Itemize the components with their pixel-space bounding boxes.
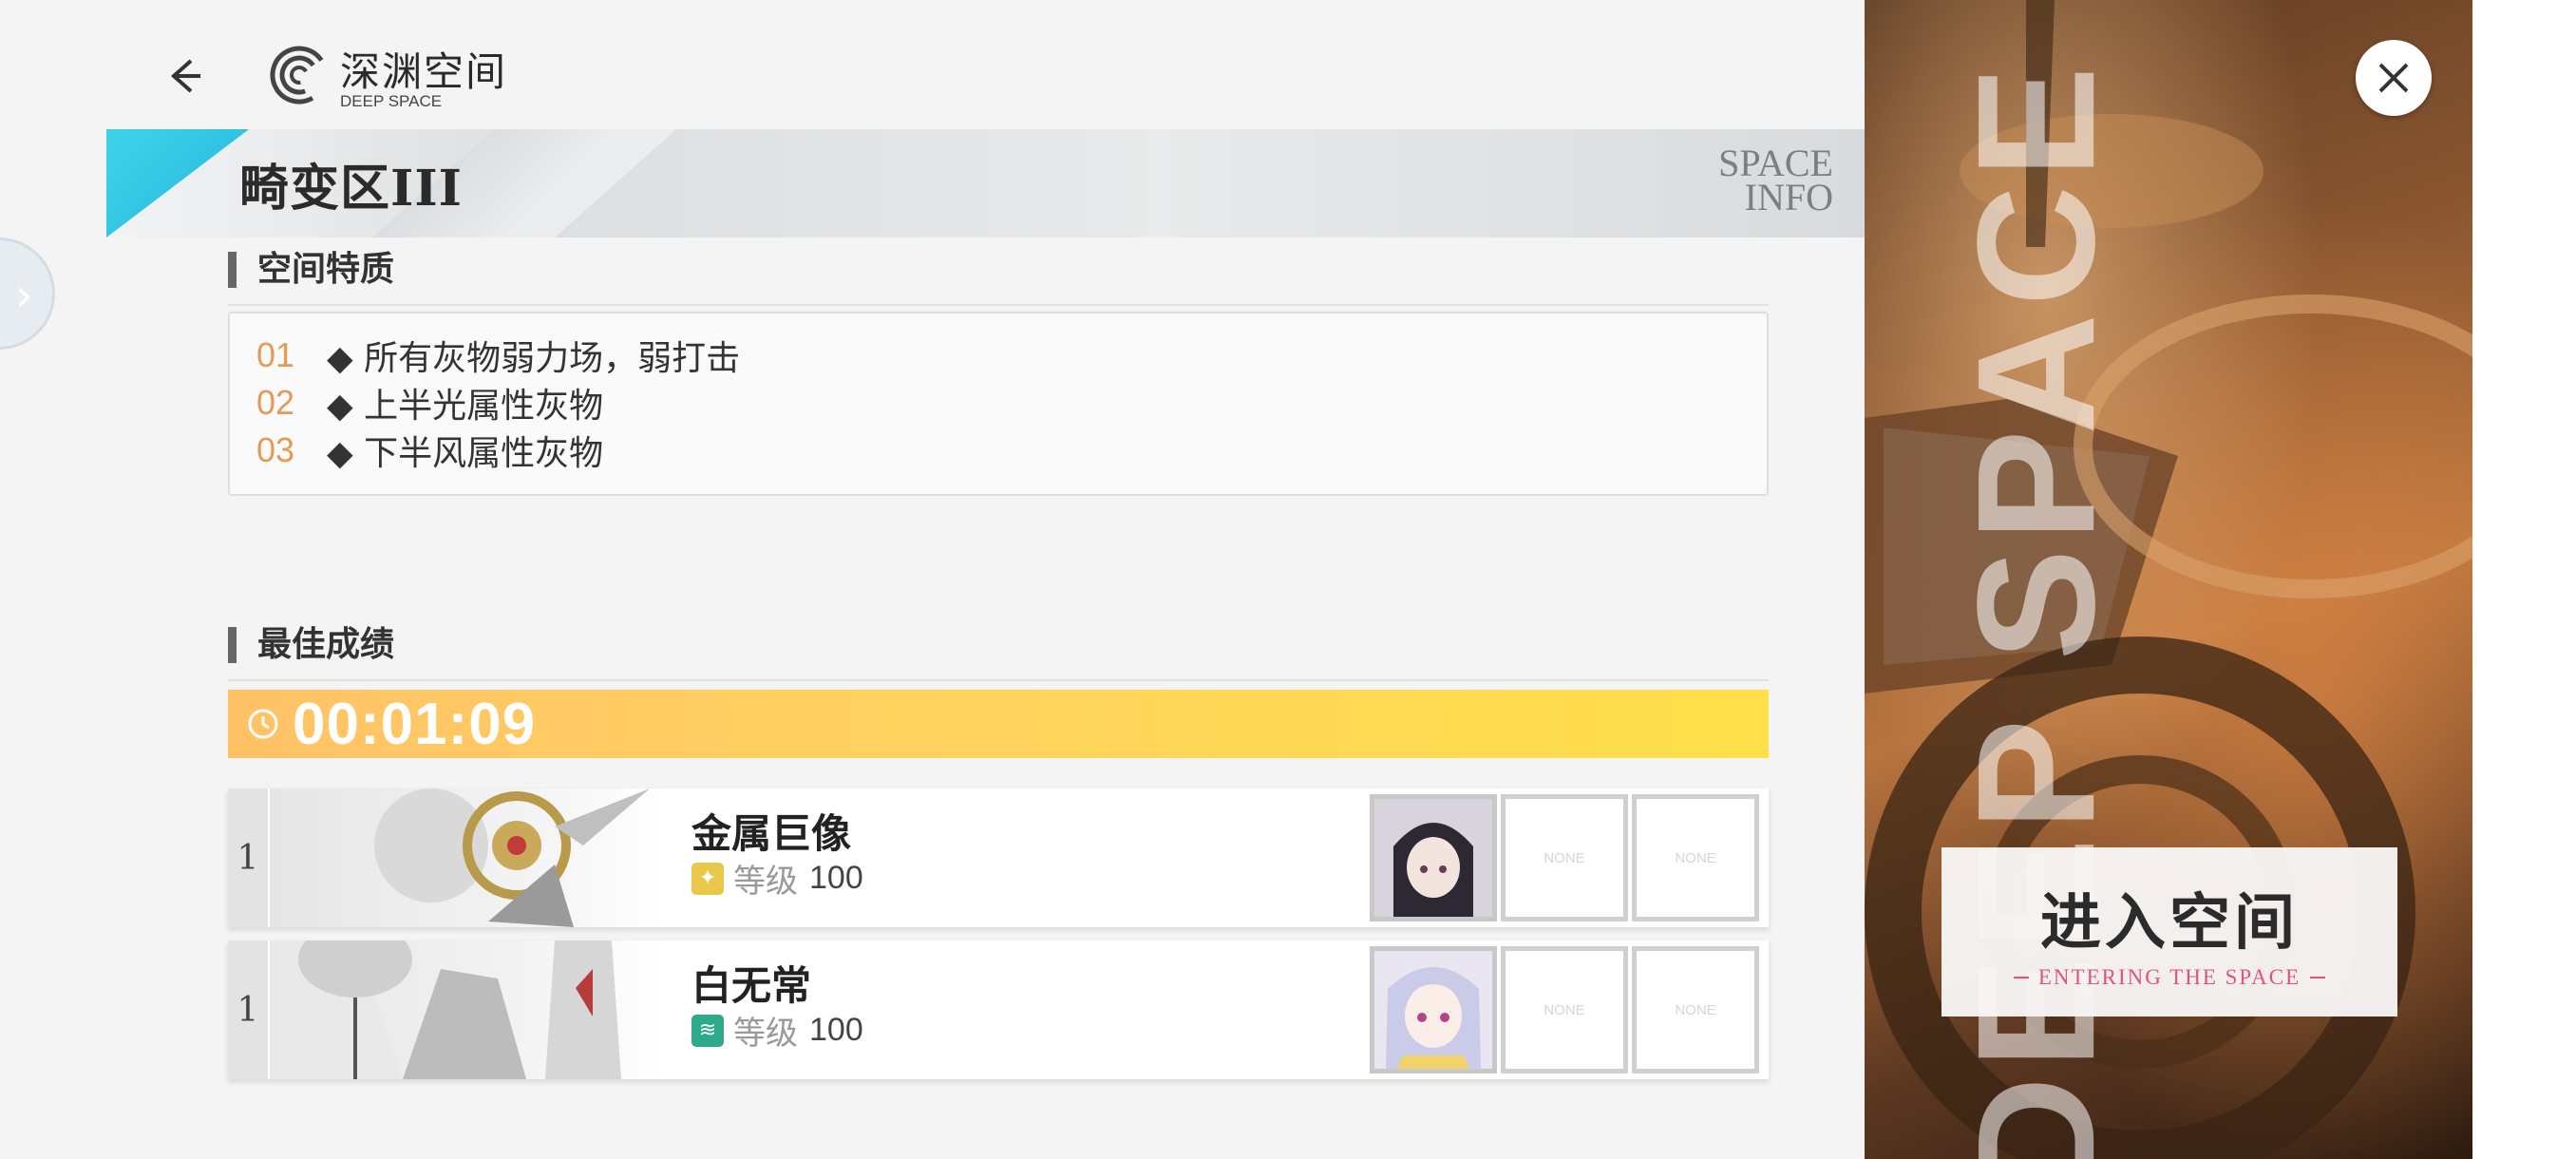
- back-button[interactable]: [152, 48, 218, 104]
- enter-space-label: 进入空间: [2040, 887, 2299, 959]
- boss-art-graphic: [374, 788, 650, 927]
- zone-title: 畸变区III: [239, 160, 463, 218]
- space-info-label: SPACE INFO: [1718, 144, 1833, 218]
- trait-text: ◆ 下半风属性灰物: [327, 434, 604, 473]
- team-slot-avatar[interactable]: [1370, 794, 1497, 922]
- trait-text: ◆ 上半光属性灰物: [327, 387, 604, 426]
- boss-art-graphic: [270, 940, 621, 1079]
- trait-number: 02: [256, 383, 295, 422]
- best-time: 00:01:09: [293, 691, 537, 757]
- boss-level: ≋ 等级 100: [691, 1007, 863, 1054]
- enter-space-sublabel: ENTERING THE SPACE: [2004, 965, 2335, 990]
- wind-element-icon: ≋: [691, 1014, 724, 1047]
- team-slot-empty[interactable]: NONE: [1632, 946, 1759, 1074]
- character-avatar: [1374, 951, 1492, 1069]
- right-margin: [2472, 0, 2576, 1159]
- best-time-bar: 00:01:09: [228, 690, 1769, 758]
- boss-row: 1 金属巨像 ✦ 等级 100 NONE NONE: [228, 788, 1769, 927]
- app-subtitle: DEEP SPACE: [340, 92, 443, 110]
- trait-text: ◆ 所有灰物弱力场，弱打击: [327, 339, 741, 378]
- list-item: 03 ◆ 下半风属性灰物: [256, 426, 603, 475]
- close-icon: [2378, 63, 2409, 93]
- divider: [2310, 977, 2326, 978]
- team-slot-empty[interactable]: NONE: [1632, 794, 1759, 922]
- trait-number: 03: [256, 430, 295, 469]
- app-title: 深渊空间: [340, 48, 508, 95]
- boss-portrait-white-impermanence: [270, 940, 669, 1079]
- zone-banner: 畸变区III SPACE INFO: [106, 129, 1866, 238]
- boss-name: 白无常: [691, 962, 812, 1009]
- clock-icon: [248, 709, 278, 739]
- boss-portrait-metal-colossus: [270, 788, 669, 927]
- traits-heading: 空间特质: [228, 252, 394, 288]
- light-element-icon: ✦: [691, 862, 724, 895]
- boss-rank: 1: [228, 940, 268, 1079]
- enter-space-english: ENTERING THE SPACE: [2037, 965, 2301, 989]
- list-item: 02 ◆ 上半光属性灰物: [256, 378, 603, 428]
- arrow-left-icon: [170, 59, 200, 93]
- boss-level: ✦ 等级 100: [691, 855, 863, 902]
- level-value: 100: [809, 860, 863, 896]
- divider: [2013, 977, 2029, 978]
- boss-rank: 1: [228, 788, 268, 927]
- trait-number: 01: [256, 335, 295, 374]
- level-label: 等级: [733, 1015, 798, 1053]
- team-slot-avatar[interactable]: [1370, 946, 1497, 1074]
- boss-row: 1 白无常 ≋ 等级 100 NONE NONE: [228, 940, 1769, 1079]
- chevron-right-icon: ›: [14, 269, 33, 322]
- best-heading: 最佳成绩: [228, 627, 394, 663]
- team-slot-empty[interactable]: NONE: [1501, 946, 1628, 1074]
- spiral-logo-icon: [270, 46, 329, 104]
- traits-list: 01 ◆ 所有灰物弱力场，弱打击 02 ◆ 上半光属性灰物 03 ◆ 下半风属性…: [228, 312, 1769, 496]
- level-value: 100: [809, 1012, 863, 1048]
- close-button[interactable]: [2356, 40, 2432, 116]
- space-info-line2: INFO: [1744, 176, 1833, 218]
- character-avatar: [1374, 799, 1492, 917]
- expand-side-tab[interactable]: ›: [0, 238, 55, 350]
- level-label: 等级: [733, 863, 798, 901]
- team-slot-empty[interactable]: NONE: [1501, 794, 1628, 922]
- boss-name: 金属巨像: [691, 810, 852, 857]
- banner-accent: [106, 129, 249, 238]
- enter-space-button[interactable]: 进入空间 ENTERING THE SPACE: [1941, 847, 2397, 1016]
- best-divider: [228, 679, 1769, 681]
- traits-divider: [228, 304, 1769, 306]
- list-item: 01 ◆ 所有灰物弱力场，弱打击: [256, 331, 740, 380]
